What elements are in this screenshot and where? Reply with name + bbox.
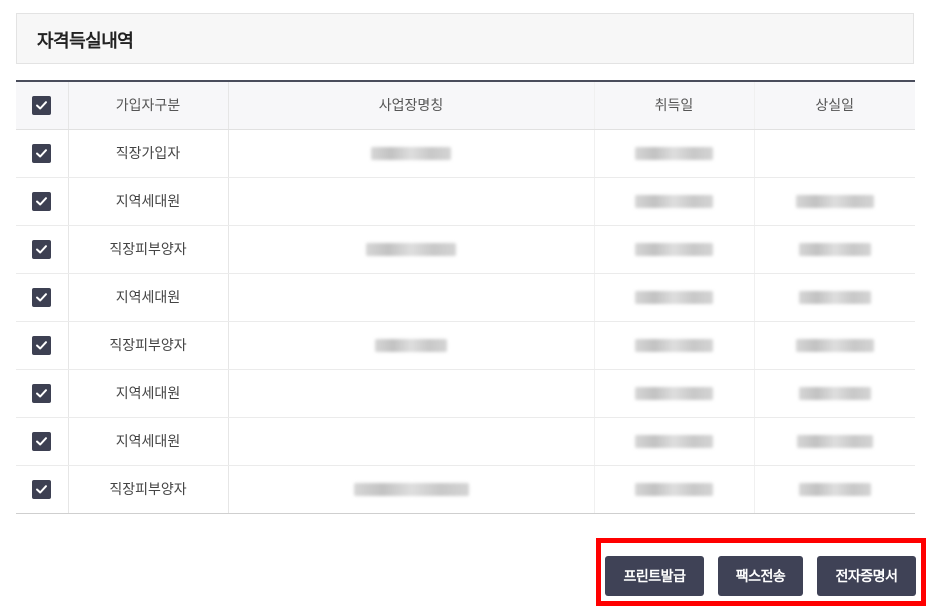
row-business — [228, 177, 595, 226]
row-business — [228, 417, 595, 466]
row-check-cell[interactable] — [16, 417, 69, 466]
check-icon — [36, 100, 48, 110]
row-check-cell[interactable] — [16, 369, 69, 418]
row-type: 직장피부양자 — [68, 465, 229, 513]
row-type: 지역세대원 — [68, 177, 229, 226]
table-row: 직장피부양자 — [16, 321, 915, 370]
row-lost — [754, 417, 915, 466]
row-business — [228, 225, 595, 274]
table-row: 지역세대원 — [16, 177, 915, 226]
row-lost — [754, 129, 915, 178]
row-lost — [754, 369, 915, 418]
row-acquired — [594, 321, 755, 370]
table-row: 직장피부양자 — [16, 465, 915, 513]
qualification-table: 가입자구분 사업장명칭 취득일 상실일 직장가입자 지역세대원 직장피부양자 지… — [16, 80, 915, 514]
row-acquired — [594, 225, 755, 274]
row-check-cell[interactable] — [16, 465, 69, 513]
fax-send-button[interactable]: 팩스전송 — [718, 556, 803, 596]
row-lost — [754, 273, 915, 322]
row-business — [228, 321, 595, 370]
table-header-row: 가입자구분 사업장명칭 취득일 상실일 — [16, 82, 915, 130]
redacted-lost-date — [798, 482, 871, 496]
row-checkbox[interactable] — [32, 335, 52, 355]
row-type: 지역세대원 — [68, 417, 229, 466]
redacted-acquired-date — [635, 194, 713, 208]
table-row: 지역세대원 — [16, 273, 915, 322]
row-acquired — [594, 273, 755, 322]
redacted-acquired-date — [635, 338, 713, 352]
row-checkbox[interactable] — [32, 383, 52, 403]
row-acquired — [594, 177, 755, 226]
redacted-lost-date — [798, 386, 871, 400]
redacted-lost-date — [796, 434, 873, 448]
row-acquired — [594, 417, 755, 466]
row-checkbox[interactable] — [32, 479, 52, 499]
row-checkbox[interactable] — [32, 287, 52, 307]
row-type: 지역세대원 — [68, 369, 229, 418]
check-icon — [36, 340, 48, 349]
redacted-business-name — [366, 242, 456, 256]
redacted-business-name — [375, 338, 447, 352]
redacted-acquired-date — [635, 242, 713, 256]
redacted-acquired-date — [635, 434, 713, 448]
redacted-acquired-date — [635, 386, 713, 400]
header-type: 가입자구분 — [68, 82, 229, 130]
row-check-cell[interactable] — [16, 129, 69, 178]
electronic-certificate-button[interactable]: 전자증명서 — [817, 556, 916, 596]
row-acquired — [594, 369, 755, 418]
row-type: 직장피부양자 — [68, 321, 229, 370]
redacted-lost-date — [798, 242, 871, 256]
row-type: 직장피부양자 — [68, 225, 229, 274]
header-business: 사업장명칭 — [228, 82, 595, 130]
row-lost — [754, 177, 915, 226]
row-acquired — [594, 129, 755, 178]
redacted-lost-date — [795, 338, 874, 352]
row-checkbox[interactable] — [32, 143, 52, 163]
action-button-group: 프린트발급 팩스전송 전자증명서 — [596, 538, 926, 606]
header-acquired: 취득일 — [594, 82, 755, 130]
check-icon — [36, 292, 48, 301]
redacted-lost-date — [795, 194, 874, 208]
row-lost — [754, 225, 915, 274]
select-all-checkbox[interactable] — [32, 95, 52, 115]
table-row: 직장피부양자 — [16, 225, 915, 274]
header-lost: 상실일 — [754, 82, 915, 130]
row-lost — [754, 465, 915, 513]
table-row: 지역세대원 — [16, 417, 915, 466]
row-type: 직장가입자 — [68, 129, 229, 178]
redacted-acquired-date — [635, 482, 713, 496]
table-row: 지역세대원 — [16, 369, 915, 418]
row-check-cell[interactable] — [16, 321, 69, 370]
row-business — [228, 273, 595, 322]
check-icon — [36, 388, 48, 397]
row-acquired — [594, 465, 755, 513]
check-icon — [36, 196, 48, 205]
section-header: 자격득실내역 — [16, 13, 914, 64]
check-icon — [36, 244, 48, 253]
row-business — [228, 129, 595, 178]
header-select-all[interactable] — [16, 82, 69, 130]
row-check-cell[interactable] — [16, 177, 69, 226]
row-business — [228, 465, 595, 513]
redacted-business-name — [371, 146, 451, 160]
section-title: 자격득실내역 — [37, 31, 134, 52]
print-issue-button[interactable]: 프린트발급 — [605, 556, 704, 596]
redacted-acquired-date — [635, 146, 713, 160]
check-icon — [36, 484, 48, 494]
redacted-acquired-date — [635, 290, 713, 304]
redacted-business-name — [353, 482, 469, 496]
row-check-cell[interactable] — [16, 273, 69, 322]
row-type: 지역세대원 — [68, 273, 229, 322]
row-checkbox[interactable] — [32, 431, 52, 451]
row-lost — [754, 321, 915, 370]
table-row: 직장가입자 — [16, 129, 915, 178]
row-business — [228, 369, 595, 418]
check-icon — [36, 148, 48, 157]
row-checkbox[interactable] — [32, 239, 52, 259]
row-checkbox[interactable] — [32, 191, 52, 211]
check-icon — [36, 436, 48, 445]
redacted-lost-date — [798, 290, 871, 304]
row-check-cell[interactable] — [16, 225, 69, 274]
